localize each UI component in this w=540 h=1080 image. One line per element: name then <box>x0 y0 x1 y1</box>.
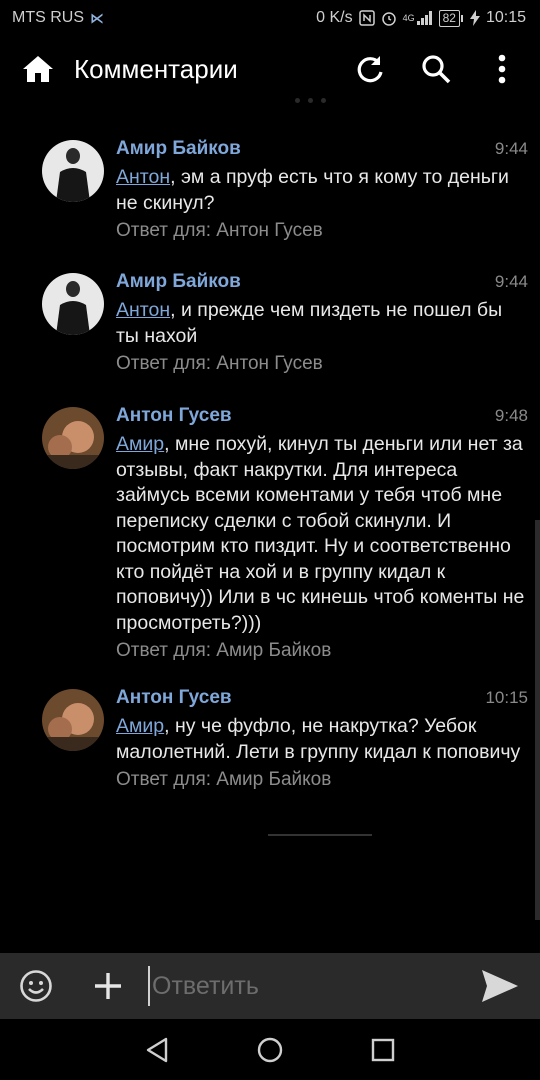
home-circle-icon <box>257 1037 283 1062</box>
comment-author[interactable]: Антон Гусев <box>116 405 232 427</box>
emoji-icon <box>20 970 52 1002</box>
comment-author[interactable]: Антон Гусев <box>116 687 232 709</box>
reply-to-label[interactable]: Ответ для: Антон Гусев <box>116 353 530 375</box>
loading-indicator <box>290 98 330 106</box>
alarm-icon <box>381 10 397 26</box>
network-type: 4G <box>402 13 415 23</box>
comment-text: Амир, мне похуй, кинул ты деньги или нет… <box>116 433 525 634</box>
send-icon <box>482 970 518 1002</box>
reply-to-label[interactable]: Ответ для: Антон Гусев <box>116 220 530 242</box>
status-bar: MTS RUS ⋉ 0 K/s 4G 82 10:15 <box>0 0 540 36</box>
mention-link[interactable]: Антон <box>116 166 170 188</box>
reply-input-bar <box>0 953 540 1019</box>
search-icon <box>422 55 451 84</box>
reply-field-wrapper[interactable] <box>148 966 466 1006</box>
system-nav-bar <box>0 1019 540 1080</box>
comment-time: 9:48 <box>494 406 528 425</box>
clock: 10:15 <box>485 9 526 26</box>
home-icon <box>23 56 53 82</box>
mention-link[interactable]: Антон <box>116 299 170 321</box>
more-options-button[interactable] <box>484 51 520 87</box>
comment-author[interactable]: Амир Байков <box>116 271 241 293</box>
home-button[interactable] <box>20 51 56 87</box>
avatar[interactable] <box>42 689 104 751</box>
battery-indicator: 82 <box>438 9 464 27</box>
emoji-button[interactable] <box>16 966 56 1006</box>
avatar[interactable] <box>42 407 104 469</box>
attach-button[interactable] <box>88 966 128 1006</box>
back-triangle-icon <box>146 1037 167 1062</box>
plus-icon <box>95 973 121 999</box>
reply-to-label[interactable]: Ответ для: Амир Байков <box>116 640 530 662</box>
scrollbar[interactable] <box>535 520 540 920</box>
mention-link[interactable]: Амир <box>116 715 164 737</box>
comment-text: Антон, и прежде чем пиздеть не пошел бы … <box>116 299 503 347</box>
charging-icon <box>469 10 480 26</box>
comment-time: 9:44 <box>494 272 528 291</box>
send-button[interactable] <box>476 966 524 1006</box>
comment-time: 9:44 <box>494 139 528 158</box>
comments-screen: MTS RUS ⋉ 0 K/s 4G 82 10:15 Комментарии … <box>0 0 540 1080</box>
more-vert-icon <box>498 54 506 84</box>
avatar[interactable] <box>42 273 104 335</box>
page-title: Комментарии <box>74 53 238 84</box>
home-nav-button[interactable] <box>250 1030 290 1070</box>
reply-to-label[interactable]: Ответ для: Амир Байков <box>116 769 530 791</box>
avatar[interactable] <box>42 140 104 202</box>
vk-notification-icon: ⋉ <box>90 9 104 26</box>
back-button[interactable] <box>137 1030 177 1070</box>
reply-input[interactable] <box>152 971 466 1001</box>
refresh-icon <box>357 56 383 83</box>
signal-icon: 4G <box>403 11 433 25</box>
carrier-label: MTS RUS <box>12 9 84 26</box>
recents-square-icon <box>372 1038 395 1061</box>
comment-author[interactable]: Амир Байков <box>116 138 241 160</box>
attached-screenshot-thumbnail[interactable] <box>262 830 378 858</box>
comment-text: Антон, эм а пруф есть что я кому то день… <box>116 166 509 214</box>
comment-text: Амир, ну че фуфло, не накрутка? Уебок ма… <box>116 715 521 763</box>
refresh-button[interactable] <box>352 51 388 87</box>
net-speed: 0 K/s <box>316 9 353 26</box>
mention-link[interactable]: Амир <box>116 433 164 455</box>
recents-button[interactable] <box>363 1030 403 1070</box>
search-button[interactable] <box>418 51 454 87</box>
nfc-icon <box>358 10 375 26</box>
toolbar: Комментарии <box>0 36 540 102</box>
comment-time: 10:15 <box>485 688 528 707</box>
